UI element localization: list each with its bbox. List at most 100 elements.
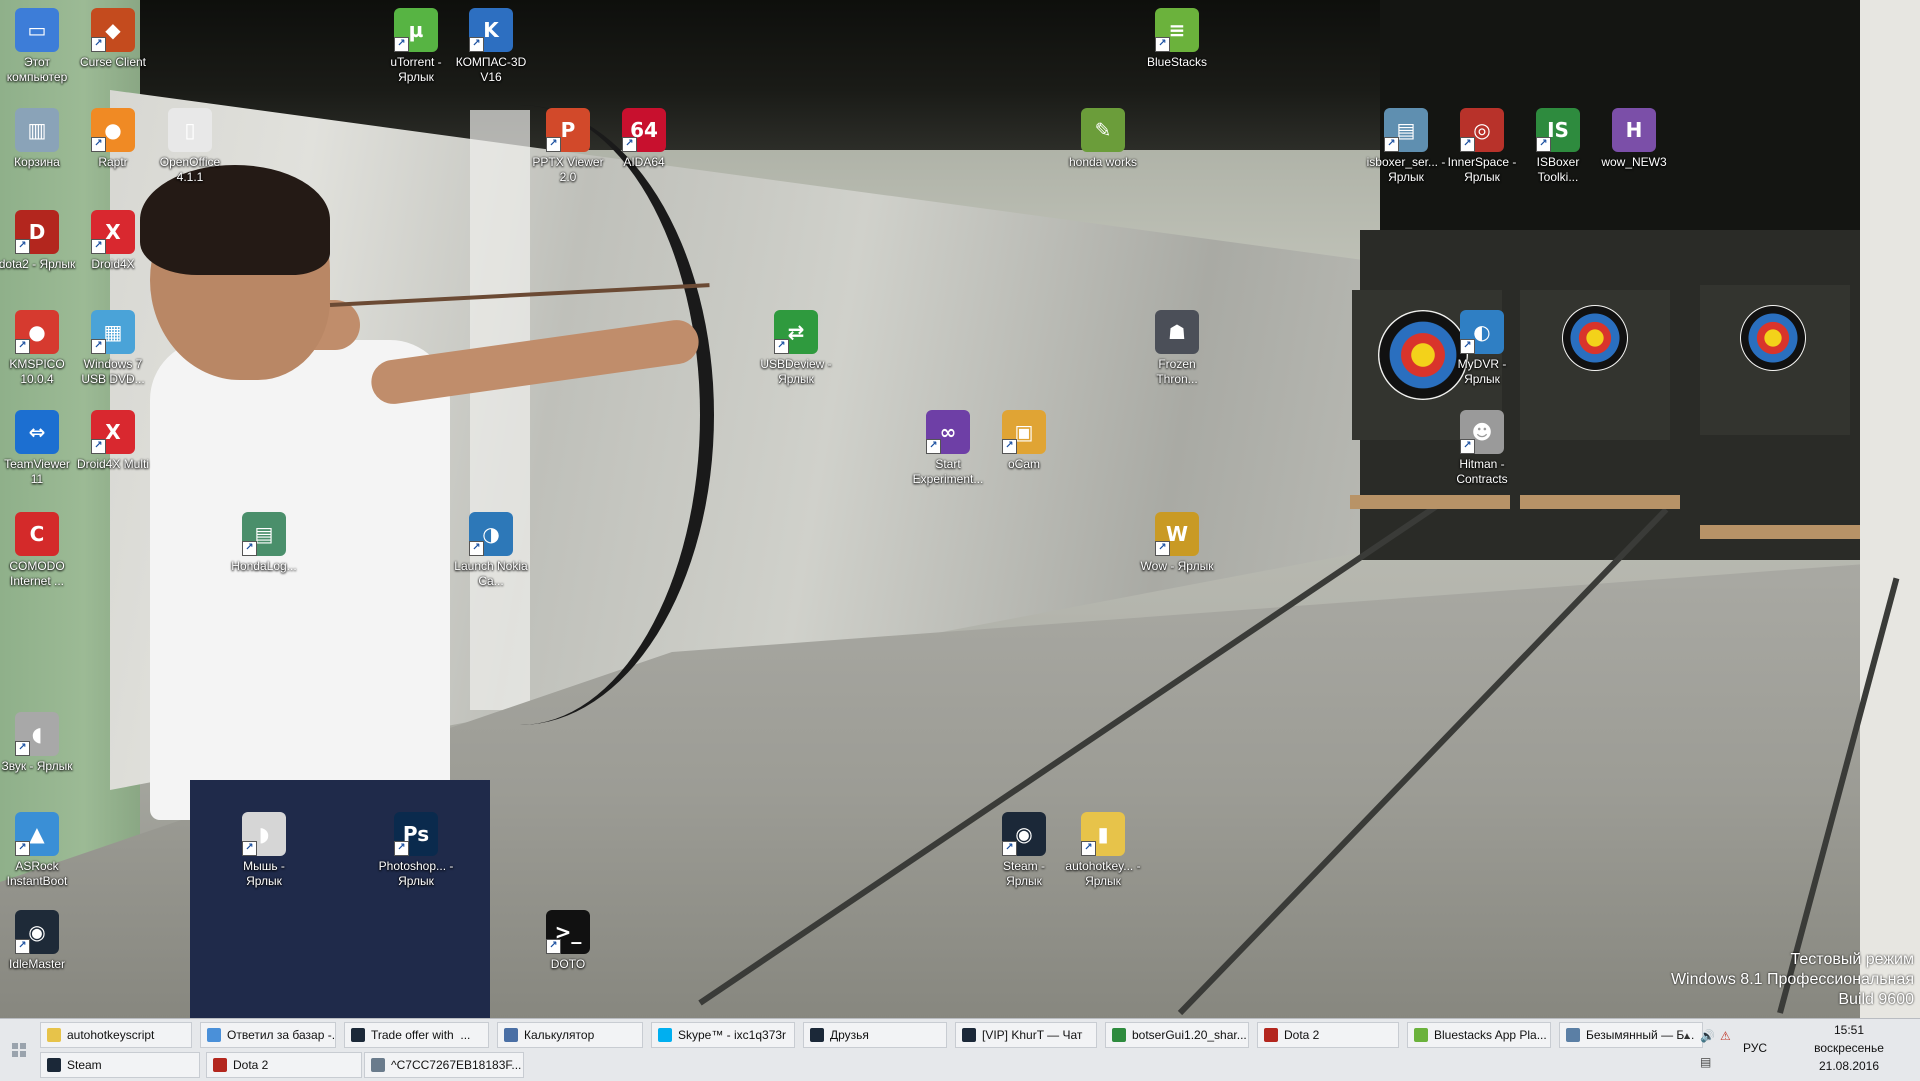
desktop-icon-label: uTorrent - Ярлык	[390, 55, 442, 84]
clock[interactable]: 15:51 воскресенье 21.08.2016	[1778, 1021, 1920, 1075]
taskbar-button[interactable]: botserGui1.20_shar...	[1105, 1022, 1249, 1048]
input-language[interactable]: РУС	[1743, 1041, 1767, 1055]
shortcut-arrow-icon: ↗	[469, 541, 484, 556]
taskbar: autohotkeyscript Ответил за базар -... Tra…	[0, 1018, 1920, 1081]
desktop-icon[interactable]: ▤ ↗ HondaLog...	[224, 512, 304, 574]
taskbar-button-label: botserGui1.20_shar...	[1132, 1028, 1247, 1042]
taskbar-app-icon	[207, 1028, 221, 1042]
shortcut-arrow-icon: ↗	[1460, 137, 1475, 152]
app-glyph-icon: ◖	[31, 722, 43, 746]
taskbar-button[interactable]: Калькулятор	[497, 1022, 643, 1048]
desktop-icon[interactable]: ⇄ ↗ USBDeview - Ярлык	[756, 310, 836, 387]
shortcut-arrow-icon: ↗	[1460, 339, 1475, 354]
taskbar-button[interactable]: Bluestacks App Pla...	[1407, 1022, 1551, 1048]
desktop-icon[interactable]: ▥ Корзина	[0, 108, 77, 170]
app-icon: ▤ ↗	[242, 512, 286, 556]
desktop-icon[interactable]: ◖ ↗ Звук - Ярлык	[0, 712, 77, 774]
desktop-icon[interactable]: µ ↗ uTorrent - Ярлык	[376, 8, 456, 85]
app-icon: ◖ ↗	[15, 712, 59, 756]
desktop-icon[interactable]: ◑ ↗ Launch Nokia Ca...	[451, 512, 531, 589]
desktop[interactable]: ▭ Этот компьютер ◆ ↗ Curse Client µ ↗ uTorrent …	[0, 0, 1920, 1018]
desktop-icon[interactable]: ▭ Этот компьютер	[0, 8, 77, 85]
desktop-icon[interactable]: ◉ ↗ IdleMaster	[0, 910, 77, 972]
shortcut-arrow-icon: ↗	[1536, 137, 1551, 152]
desktop-icon[interactable]: X ↗ Droid4X	[73, 210, 153, 272]
app-icon: ● ↗	[15, 310, 59, 354]
app-icon: ▭	[15, 8, 59, 52]
taskbar-app-icon	[351, 1028, 365, 1042]
desktop-icon[interactable]: ◗ ↗ Мышь - Ярлык	[224, 812, 304, 889]
desktop-icon-label: Droid4X Multi	[76, 457, 150, 471]
taskbar-app-icon	[47, 1058, 61, 1072]
shortcut-arrow-icon: ↗	[622, 137, 637, 152]
desktop-icon[interactable]: ≡ ↗ BlueStacks	[1137, 8, 1217, 70]
app-glyph-icon: ▥	[27, 118, 47, 142]
desktop-icon[interactable]: 64 ↗ AIDA64	[604, 108, 684, 170]
desktop-icon[interactable]: ✎ honda works	[1063, 108, 1143, 170]
desktop-icon[interactable]: D ↗ dota2 - Ярлык	[0, 210, 77, 272]
desktop-icon-label: AIDA64	[623, 155, 665, 169]
desktop-icon[interactable]: ◉ ↗ Steam - Ярлык	[984, 812, 1064, 889]
desktop-icon[interactable]: ⇔ TeamViewer 11	[0, 410, 77, 487]
taskbar-button[interactable]: Ответил за базар -...	[200, 1022, 336, 1048]
taskbar-button[interactable]: Dota 2	[206, 1052, 362, 1078]
desktop-icon-label: Этот компьютер	[6, 55, 68, 84]
show-hidden-icons-chevron-icon[interactable]: ▲	[1682, 1031, 1692, 1042]
app-glyph-icon: ☗	[1168, 320, 1186, 344]
desktop-icon[interactable]: ◎ ↗ InnerSpace - Ярлык	[1442, 108, 1522, 185]
desktop-icon[interactable]: P ↗ PPTX Viewer 2.0	[528, 108, 608, 185]
shortcut-arrow-icon: ↗	[1002, 841, 1017, 856]
taskbar-button[interactable]: Dota 2	[1257, 1022, 1399, 1048]
taskbar-app-icon	[47, 1028, 61, 1042]
clock-date: 21.08.2016	[1818, 1059, 1880, 1073]
taskbar-button[interactable]: ^C7CC7267EB18183F...	[364, 1052, 524, 1078]
volume-icon[interactable]: 🔊	[1700, 1029, 1715, 1043]
desktop-icon[interactable]: Ps ↗ Photoshop... - Ярлык	[376, 812, 456, 889]
desktop-icon-label: Звук - Ярлык	[1, 759, 73, 773]
shortcut-arrow-icon: ↗	[91, 439, 106, 454]
desktop-icon[interactable]: ▣ ↗ oCam	[984, 410, 1064, 472]
app-glyph-icon: ⇔	[28, 420, 46, 444]
taskbar-button[interactable]: Trade offer with ...	[344, 1022, 489, 1048]
desktop-icon[interactable]: W ↗ Wow - Ярлык	[1137, 512, 1217, 574]
desktop-icon[interactable]: IS ↗ ISBoxer Toolki...	[1518, 108, 1598, 185]
desktop-icon[interactable]: ▦ ↗ Windows 7 USB DVD...	[73, 310, 153, 387]
desktop-icon[interactable]: ∞ ↗ Start Experiment...	[908, 410, 988, 487]
app-glyph-icon: ∞	[939, 420, 957, 444]
taskbar-button[interactable]: autohotkeyscript	[40, 1022, 192, 1048]
app-glyph-icon: ✎	[1094, 118, 1112, 142]
app-glyph-icon: ◎	[1473, 118, 1491, 142]
taskbar-button[interactable]: Skype™ - ixc1q373r	[651, 1022, 795, 1048]
desktop-icon[interactable]: C COMODO Internet ...	[0, 512, 77, 589]
desktop-icon[interactable]: ☗ Frozen Thron...	[1137, 310, 1217, 387]
network-warning-icon[interactable]: ⚠	[1720, 1029, 1731, 1043]
desktop-icon[interactable]: ▮ ↗ autohotkey... - Ярлык	[1063, 812, 1143, 889]
taskbar-button-label: Steam	[67, 1058, 102, 1072]
desktop-icon[interactable]: >_ ↗ DOTO	[528, 910, 608, 972]
desktop-icon[interactable]: ◆ ↗ Curse Client	[73, 8, 153, 70]
desktop-icon[interactable]: ▲ ↗ ASRock InstantBoot	[0, 812, 77, 889]
desktop-icon[interactable]: ● ↗ Raptr	[73, 108, 153, 170]
taskbar-button[interactable]: Steam	[40, 1052, 200, 1078]
desktop-icon[interactable]: ● ↗ KMSPICO 10.0.4	[0, 310, 77, 387]
desktop-icon-label: ASRock InstantBoot	[6, 859, 68, 888]
desktop-icon[interactable]: K ↗ КОМПАС-3D V16	[451, 8, 531, 85]
desktop-icon[interactable]: ☻ ↗ Hitman - Contracts	[1442, 410, 1522, 487]
taskbar-button[interactable]: [VIP] KhurT — Чат	[955, 1022, 1097, 1048]
shortcut-arrow-icon: ↗	[1384, 137, 1399, 152]
desktop-icon[interactable]: X ↗ Droid4X Multi	[73, 410, 153, 472]
shortcut-arrow-icon: ↗	[469, 37, 484, 52]
notifications-icon[interactable]: ▤	[1700, 1055, 1711, 1069]
shortcut-arrow-icon: ↗	[91, 37, 106, 52]
app-glyph-icon: ●	[28, 320, 46, 344]
clock-day: воскресенье	[1814, 1041, 1884, 1055]
start-button[interactable]	[0, 1019, 38, 1081]
desktop-icon[interactable]: ▯ OpenOffice 4.1.1	[150, 108, 230, 185]
shortcut-arrow-icon: ↗	[1460, 439, 1475, 454]
taskbar-button-label: [VIP] KhurT — Чат	[982, 1028, 1083, 1042]
desktop-icon[interactable]: Hwow_NEW3	[1594, 108, 1674, 170]
desktop-icon[interactable]: ◐ ↗ MyDVR - Ярлык	[1442, 310, 1522, 387]
desktop-icon[interactable]: ▤ ↗ isboxer_ser... - Ярлык	[1366, 108, 1446, 185]
taskbar-button[interactable]: Друзья	[803, 1022, 947, 1048]
wallpaper-target-stand	[1700, 525, 1860, 539]
